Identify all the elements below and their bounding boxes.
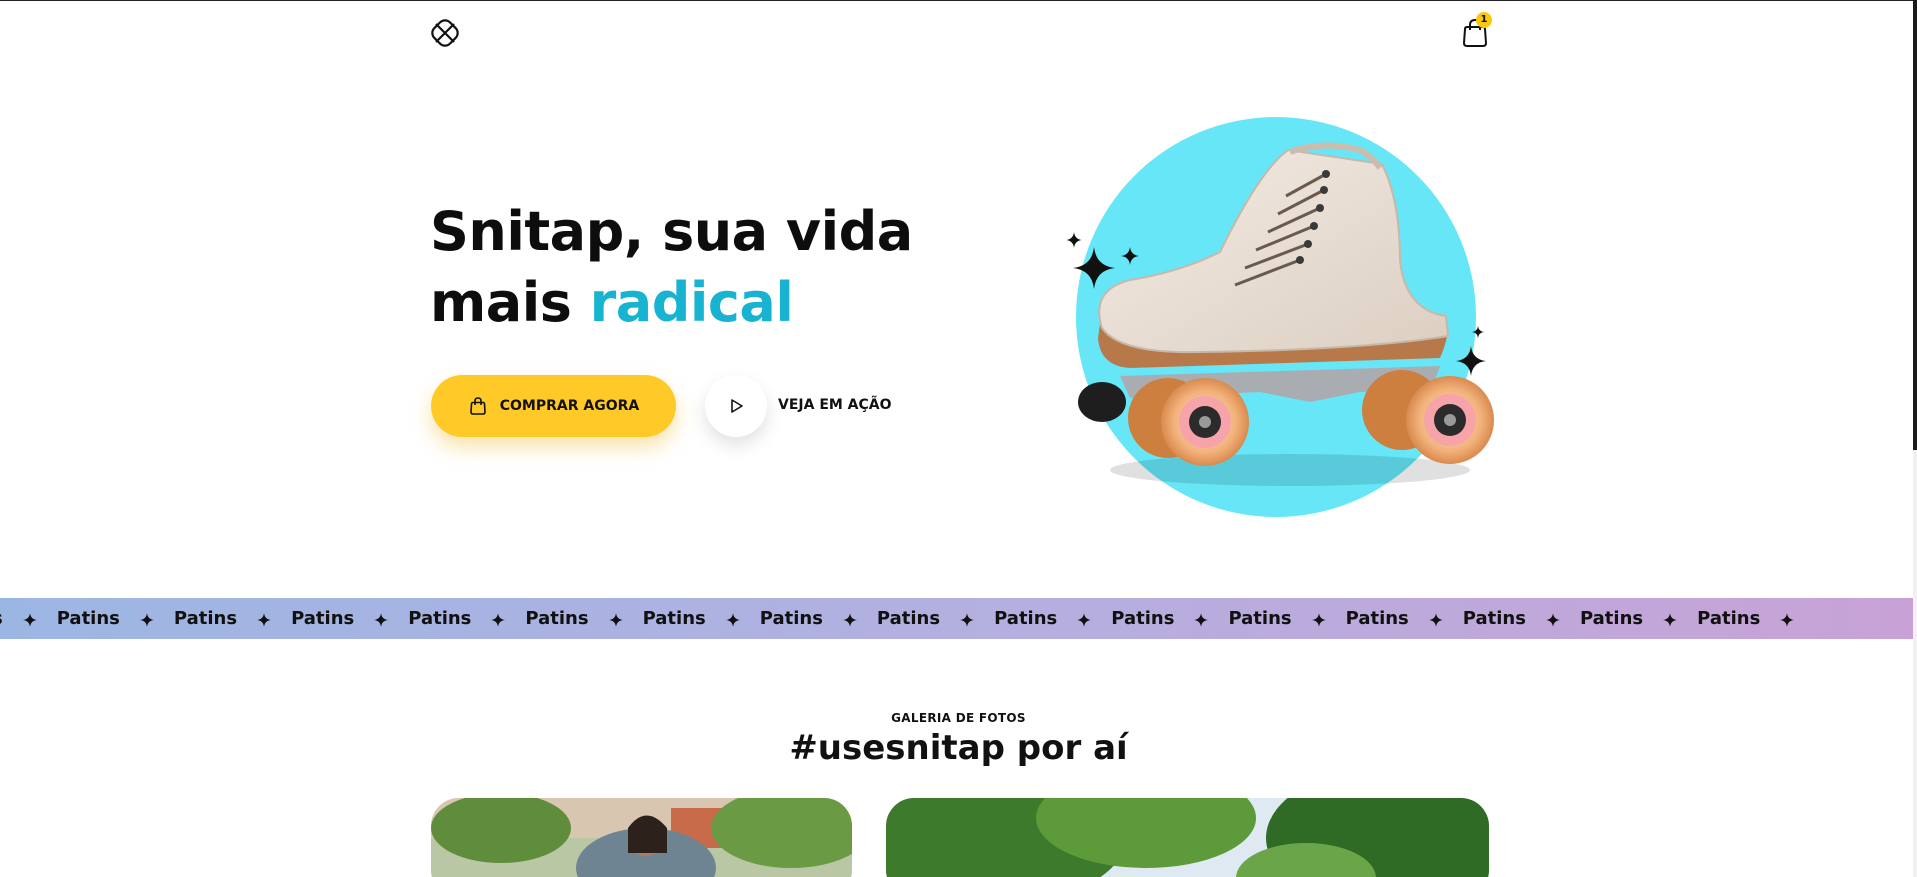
- marquee-item: Patins: [525, 608, 589, 629]
- buy-now-label: COMPRAR AGORA: [499, 398, 640, 414]
- marquee-item: Patins: [291, 608, 355, 629]
- four-point-star-icon: [842, 612, 857, 627]
- gallery-kicker: GALERIA DE FOTOS: [891, 711, 1026, 725]
- marquee-item: Patins: [759, 608, 823, 629]
- hero-title: Snitap, sua vida mais radical: [430, 196, 913, 338]
- gallery-photo-image: [886, 798, 1489, 877]
- marquee-item: Patins: [56, 608, 120, 629]
- marquee-item: Patins: [1228, 608, 1292, 629]
- hero-title-accent: radical: [589, 271, 794, 334]
- four-point-star-icon: [22, 612, 37, 627]
- play-icon: [731, 399, 743, 413]
- gallery-photo[interactable]: [431, 798, 852, 877]
- marquee-item: Patins: [994, 608, 1058, 629]
- cart-count-badge: 1: [1476, 12, 1492, 28]
- four-point-star-icon: [491, 612, 506, 627]
- page-scrollbar[interactable]: [1913, 0, 1917, 877]
- marquee-item: Patins: [1697, 608, 1761, 629]
- play-video-label[interactable]: VEJA EM AÇÃO: [778, 397, 892, 413]
- marquee-item: Patins: [1579, 608, 1644, 629]
- buy-now-button[interactable]: COMPRAR AGORA: [431, 375, 676, 437]
- gallery-photo-image: [431, 798, 852, 877]
- gallery-photo[interactable]: [886, 798, 1489, 877]
- roller-skate-image: [1078, 142, 1494, 486]
- four-point-star-icon: [1428, 612, 1443, 627]
- four-point-star-icon: [1194, 612, 1209, 627]
- top-border: [0, 0, 1917, 1]
- four-point-star-icon: [608, 612, 623, 627]
- four-point-star-icon: [1077, 612, 1092, 627]
- four-point-star-icon: [257, 612, 272, 627]
- marquee-item: Patins: [642, 608, 706, 629]
- four-point-star-icon: [960, 612, 975, 627]
- hero-title-line2: mais: [430, 271, 590, 334]
- four-point-star-icon: [1663, 612, 1678, 627]
- four-point-star-icon: [1311, 612, 1326, 627]
- marquee-item: s: [0, 608, 3, 629]
- four-point-star-icon: [374, 612, 389, 627]
- snitap-logo-icon[interactable]: [430, 18, 460, 48]
- marquee-band: s Patins Patins Patins Patins Patins Patins Pat…: [0, 598, 1917, 639]
- four-point-star-icon: [725, 612, 740, 627]
- four-point-star-icon: [1545, 612, 1560, 627]
- marquee-item: Patins: [1462, 608, 1526, 629]
- shopping-bag-icon: [469, 397, 486, 415]
- marquee-track: s Patins Patins Patins Patins Patins Patins Pat…: [0, 598, 1814, 639]
- marquee-item: Patins: [1111, 608, 1175, 629]
- play-video-button[interactable]: [705, 375, 767, 437]
- hero-title-line1: Snitap, sua vida: [430, 200, 913, 263]
- marquee-item: Patins: [1345, 608, 1409, 629]
- four-point-star-icon: [139, 612, 154, 627]
- marquee-item: Patins: [876, 608, 941, 629]
- marquee-item: Patins: [173, 608, 238, 629]
- gallery-title: #usesnitap por aí: [789, 728, 1128, 768]
- marquee-item: Patins: [408, 608, 472, 629]
- four-point-star-icon: [1780, 612, 1795, 627]
